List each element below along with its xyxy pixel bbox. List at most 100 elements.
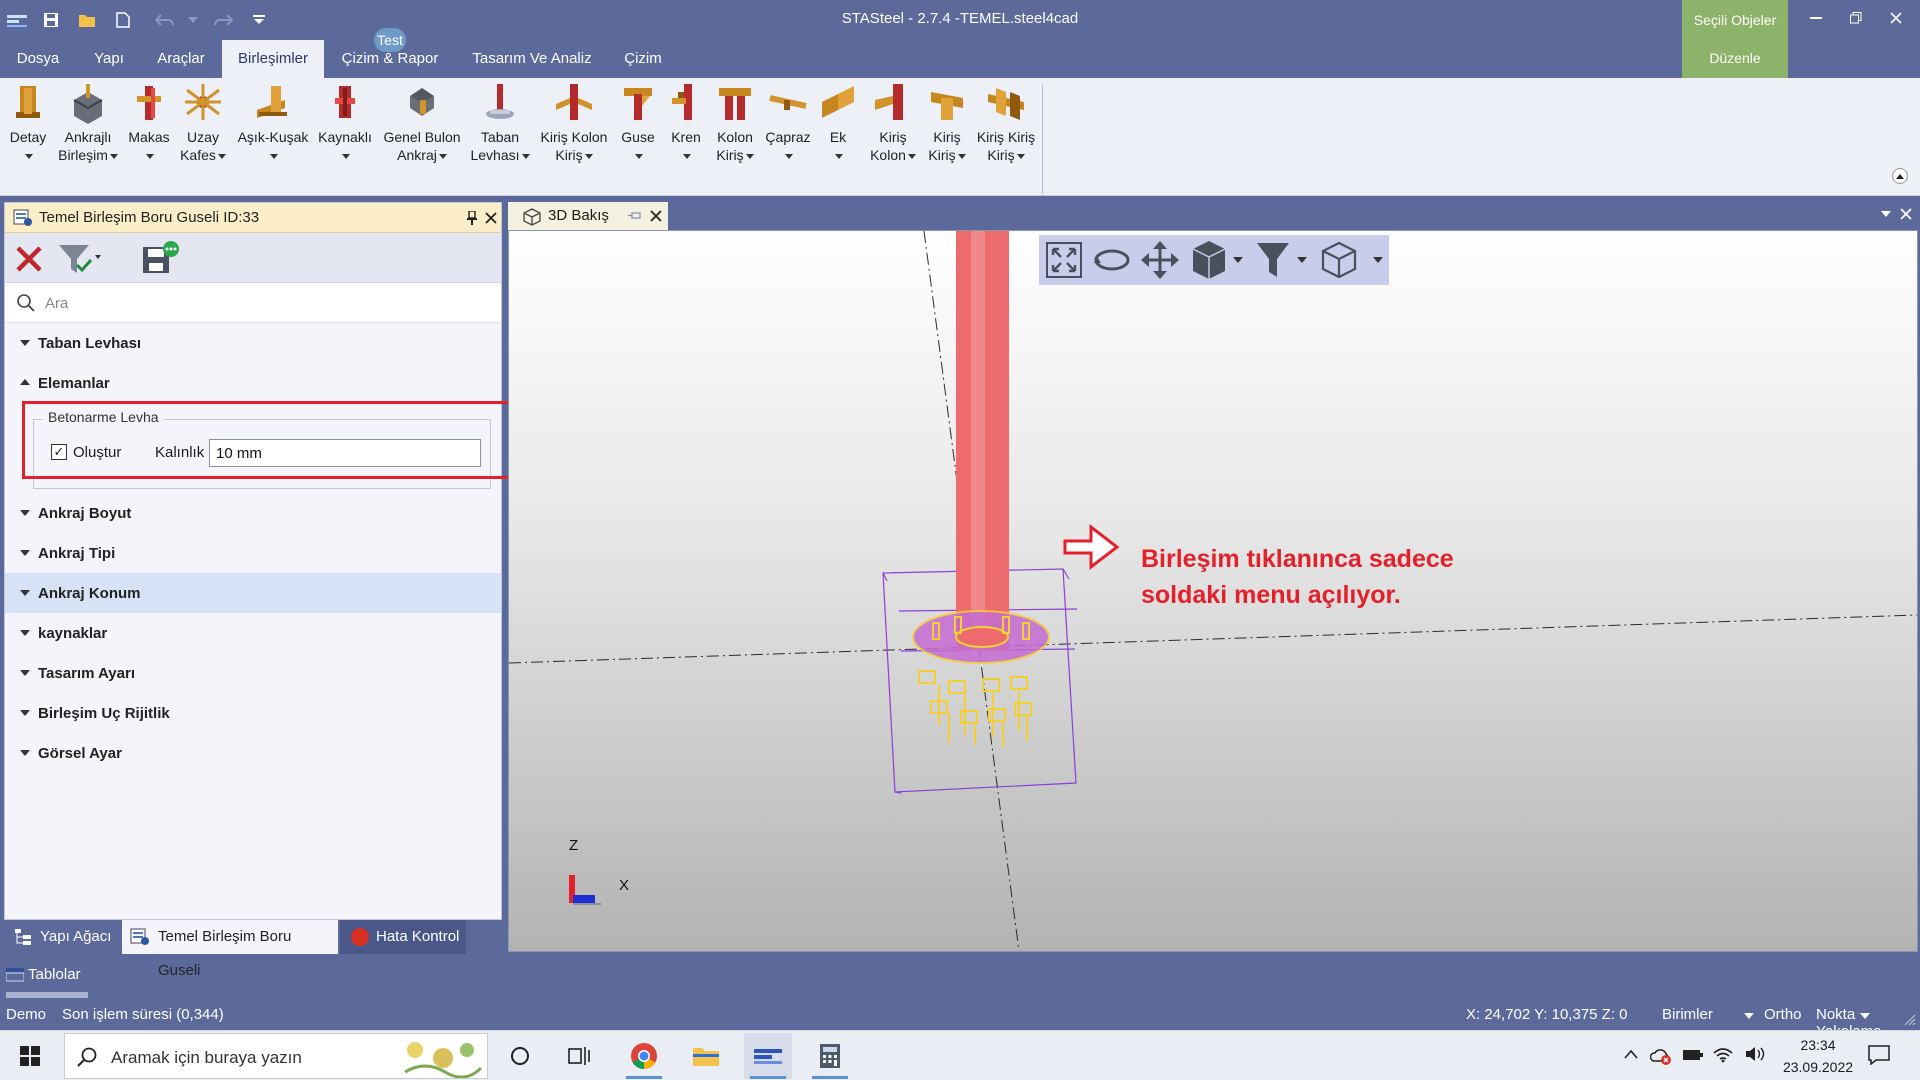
ortho-toggle[interactable]: Ortho — [1764, 1006, 1802, 1023]
selected-objects-panel[interactable]: Seçili Objeler Düzenle — [1682, 0, 1788, 78]
ribbon-kiris-kolon-kiris-button[interactable]: Kiriş Kolon Kiriş — [534, 82, 614, 164]
stasteel-taskbar-button[interactable] — [744, 1033, 792, 1079]
chrome-icon — [631, 1043, 657, 1070]
tab-hata-kontrol[interactable]: Hata Kontrol — [340, 920, 466, 954]
section-ankraj-tipi[interactable]: Ankraj Tipi — [5, 533, 501, 573]
taskbar-search[interactable]: Aramak için buraya yazın — [64, 1033, 488, 1079]
ribbon-capraz-button[interactable]: Çapraz — [760, 82, 816, 159]
edit-button[interactable]: Düzenle — [1682, 50, 1788, 66]
task-switch-button[interactable] — [556, 1033, 604, 1079]
search-highlight-icon — [404, 1042, 483, 1078]
test-badge: Test — [374, 28, 406, 52]
space-frame-icon — [185, 84, 221, 120]
wifi-icon[interactable] — [1712, 1045, 1734, 1063]
section-elemanlar[interactable]: Elemanlar — [5, 363, 501, 403]
restore-icon — [1850, 12, 1862, 24]
annotation-text: Birleşim tıklanınca sadece soldaki menu … — [1141, 545, 1454, 609]
volume-icon[interactable] — [1744, 1045, 1766, 1063]
ribbon-kren-button[interactable]: Kren — [664, 82, 708, 159]
ribbon-kiris-kolon-button[interactable]: Kiriş Kolon — [866, 82, 920, 164]
ribbon-ek-button[interactable]: Ek — [818, 82, 858, 159]
delete-icon[interactable] — [15, 245, 43, 273]
ribbon-genel-bulon-ankraj-button[interactable]: Genel Bulon Ankraj — [376, 82, 468, 164]
task-view-button[interactable] — [496, 1033, 544, 1079]
panel-search[interactable]: Ara — [5, 283, 501, 323]
thickness-label: Kalınlık — [155, 444, 205, 461]
open-folder-icon[interactable] — [74, 8, 100, 32]
close-panel-icon[interactable] — [485, 212, 497, 224]
tab-cizim[interactable]: Çizim — [618, 40, 668, 78]
status-mode: Demo — [6, 1006, 47, 1023]
3d-view-icon — [523, 208, 541, 226]
section-ankraj-konum[interactable]: Ankraj Konum — [5, 573, 501, 613]
chevron-down-icon — [1860, 1013, 1870, 1019]
ribbon-kiris-kiris-button[interactable]: Kiriş Kiriş — [922, 82, 972, 164]
section-kaynaklar[interactable]: kaynaklar — [5, 613, 501, 653]
3d-viewport[interactable]: Birleşim tıklanınca sadece soldaki menu … — [508, 230, 1918, 952]
redo-icon[interactable] — [210, 8, 236, 32]
notification-icon[interactable] — [1868, 1045, 1890, 1065]
tab-yapi[interactable]: Yapı — [84, 40, 134, 78]
ribbon-taban-levhasi-button[interactable]: Taban Levhası — [470, 82, 530, 164]
ribbon-uzay-kafes-button[interactable]: Uzay Kafes — [176, 82, 230, 164]
close-view-icon[interactable] — [1900, 208, 1912, 220]
resize-grip-icon[interactable] — [1904, 1014, 1916, 1026]
ribbon-kolon-kiris-button[interactable]: Kolon Kiriş — [710, 82, 760, 164]
tablolar-tab[interactable]: Tablolar — [6, 966, 81, 983]
save-icon[interactable] — [38, 8, 64, 32]
tab-temel-birlesim[interactable]: Temel Birleşim Boru Guseli — [122, 920, 338, 979]
bolt-anchor-icon — [410, 88, 434, 116]
anchored-connection-icon — [73, 84, 103, 124]
windows-start-icon[interactable] — [20, 1046, 40, 1066]
filter-check-icon[interactable] — [57, 241, 101, 275]
pin-icon[interactable] — [467, 211, 477, 225]
tab-3d-view[interactable]: 3D Bakış — [508, 202, 668, 230]
battery-icon[interactable] — [1682, 1047, 1704, 1063]
clock-time[interactable]: 23:34 — [1790, 1037, 1846, 1053]
units-dropdown[interactable]: Birimler — [1662, 1006, 1713, 1023]
ribbon-guse-button[interactable]: Guse — [616, 82, 660, 159]
olustur-checkbox[interactable]: ✓ — [51, 444, 67, 460]
chrome-taskbar-button[interactable] — [620, 1033, 668, 1079]
close-tab-icon[interactable] — [650, 210, 662, 222]
axis-triad — [569, 875, 601, 905]
ribbon-asik-kusak-button[interactable]: Aşık-Kuşak — [232, 82, 314, 159]
section-tasarim-ayari[interactable]: Tasarım Ayarı — [5, 653, 501, 693]
table-icon — [6, 968, 24, 982]
section-gorsel-ayar[interactable]: Görsel Ayar — [5, 733, 501, 773]
save-settings-icon[interactable] — [141, 241, 181, 275]
ribbon-detay-button[interactable]: Detay — [2, 82, 54, 159]
quick-access-dropdown-icon[interactable] — [246, 8, 272, 32]
clock-date[interactable]: 23.09.2022 — [1774, 1059, 1862, 1075]
close-window-button[interactable] — [1876, 4, 1916, 32]
splice-icon — [822, 86, 854, 118]
tab-araclar[interactable]: Araçlar — [148, 40, 214, 78]
tray-chevron-up-icon[interactable] — [1624, 1049, 1638, 1059]
ribbon-makas-button[interactable]: Makas — [124, 82, 174, 159]
ribbon-kiris-kiris-kiris-button[interactable]: Kiriş Kiriş Kiriş — [974, 82, 1038, 164]
restore-button[interactable] — [1836, 4, 1876, 32]
new-file-icon[interactable] — [110, 8, 136, 32]
section-ankraj-boyut[interactable]: Ankraj Boyut — [5, 493, 501, 533]
beam-column-beam-icon — [556, 84, 592, 120]
pin-icon[interactable] — [628, 212, 642, 220]
view-dropdown-icon[interactable] — [1880, 210, 1892, 218]
undo-icon[interactable] — [152, 8, 178, 32]
minimize-button[interactable] — [1796, 4, 1836, 32]
cloud-error-icon[interactable] — [1650, 1045, 1672, 1065]
tab-dosya[interactable]: Dosya — [8, 40, 68, 78]
ribbon-kaynakli-button[interactable]: Kaynaklı — [316, 82, 374, 159]
explorer-taskbar-button[interactable] — [682, 1033, 730, 1079]
calculator-taskbar-button[interactable] — [806, 1033, 854, 1079]
section-taban-levhasi[interactable]: Taban Levhası — [5, 323, 501, 363]
ribbon-collapse-button[interactable] — [1892, 168, 1908, 184]
tab-birlesimler[interactable]: Birleşimler — [222, 40, 324, 78]
thickness-input[interactable] — [209, 439, 481, 467]
tab-yapi-agaci[interactable]: Yapı Ağacı — [4, 920, 120, 954]
section-birlesim-uc-rijitlik[interactable]: Birleşim Uç Rijitlik — [5, 693, 501, 733]
expand-arrow-icon — [20, 670, 30, 676]
tab-tasarim-analiz[interactable]: Tasarım Ve Analiz — [466, 40, 598, 78]
panel-title: Temel Birleşim Boru Guseli ID:33 — [39, 209, 260, 226]
undo-dropdown-icon[interactable] — [180, 8, 206, 32]
ribbon-ankrajli-birlesim-button[interactable]: Ankrajlı Birleşim — [54, 82, 122, 164]
